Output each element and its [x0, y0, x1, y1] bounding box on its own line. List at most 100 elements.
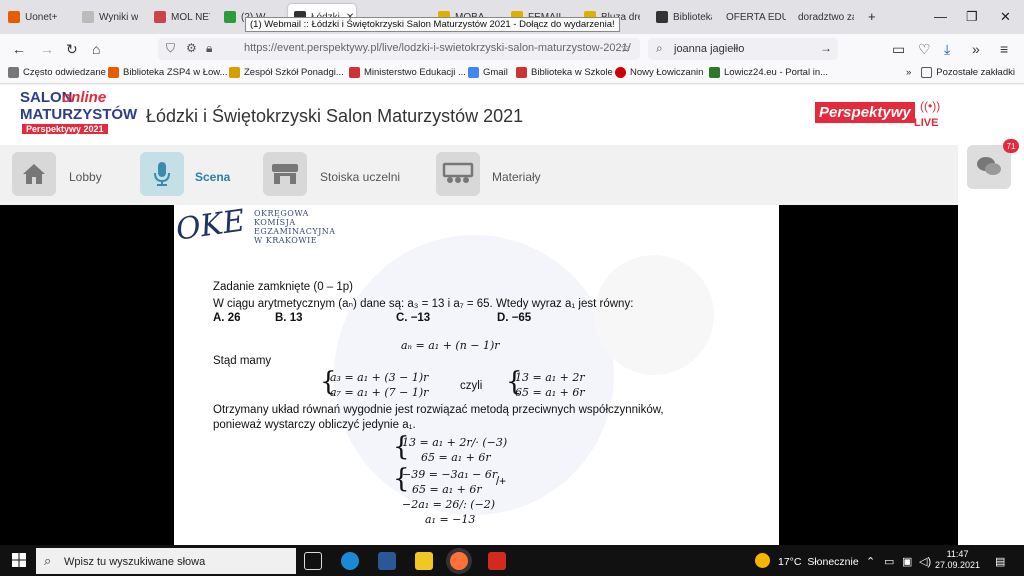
bookmark-favicon-icon	[615, 67, 626, 78]
close-window-icon[interactable]: ✕	[1000, 9, 1011, 25]
salon-logo-online[interactable]: online	[62, 89, 106, 106]
tab-favicon-icon	[656, 11, 668, 23]
microphone-icon[interactable]	[140, 152, 184, 196]
search-input[interactable]: ⌕ joanna jagiełło →	[648, 38, 838, 60]
minimize-icon[interactable]: —	[934, 9, 947, 24]
network-icon[interactable]: ▭	[884, 555, 894, 568]
salon-logo-line3[interactable]: Perspektywy 2021	[22, 124, 108, 134]
stad-mamy: Stąd mamy	[213, 355, 272, 367]
sun-icon	[755, 553, 770, 568]
back-icon[interactable]: ←	[12, 41, 26, 57]
windows-start-icon[interactable]	[12, 553, 26, 567]
chevron-up-icon[interactable]: ⌃	[866, 555, 875, 568]
task-view-icon[interactable]	[304, 552, 322, 570]
task-text: W ciągu arytmetycznym (aₙ) dane są: a₃ =…	[213, 298, 634, 310]
system4-line: −39 = −3a₁ − 6r	[402, 468, 498, 481]
answer-d: D. −65	[497, 312, 532, 324]
result-line: a₁ = −13	[425, 513, 476, 526]
pocket-icon[interactable]: ♡	[918, 41, 931, 58]
menu-icon[interactable]: ≡	[1000, 41, 1008, 57]
explanation-line: ponieważ wystarczy obliczyć jedynie a₁.	[213, 419, 416, 431]
menu-item-lobby[interactable]: Lobby	[69, 170, 102, 184]
system1-line: a₃ = a₁ + (3 − 1)r	[330, 371, 429, 384]
chat-badge: 71	[1003, 139, 1019, 153]
menu-item-stoiska[interactable]: Stoiska uczelni	[320, 170, 400, 184]
chat-icon	[977, 157, 1001, 175]
bookmark-favicon-icon	[108, 67, 119, 78]
bookmark-star-icon[interactable]: ☆	[620, 41, 631, 55]
system3-line: 65 = a₁ + 6r	[421, 451, 491, 464]
formula-general: aₙ = a₁ + (n − 1)r	[401, 339, 500, 352]
bookmark-overflow[interactable]: » Pozostałe zakładki	[906, 67, 1015, 78]
home-browser-icon[interactable]: ⌂	[92, 41, 100, 57]
bookmark-item[interactable]: Biblioteka w Szkole	[516, 67, 613, 78]
reader-icon[interactable]: ▭	[892, 41, 905, 58]
menu-item-scena[interactable]: Scena	[195, 170, 230, 184]
system2-line: 13 = a₁ + 2r	[515, 371, 585, 384]
download-icon[interactable]: ⤓	[944, 41, 950, 58]
task-title: Zadanie zamknięte (0 – 1p)	[213, 281, 353, 293]
tab-tooltip: (1) Webmail :: Łódzki i Świętokrzyski Sa…	[245, 17, 620, 32]
volume-icon[interactable]: ◁)	[919, 555, 931, 568]
presentation-icon[interactable]	[436, 152, 480, 196]
shield-icon[interactable]: ⛉	[166, 41, 175, 56]
store-icon[interactable]	[263, 152, 307, 196]
plus-operator: /+	[496, 476, 506, 488]
search-go-icon[interactable]: →	[820, 41, 832, 55]
edge-icon[interactable]	[341, 552, 359, 570]
tab-favicon-icon	[154, 11, 166, 23]
bookmark-favicon-icon	[349, 67, 360, 78]
permissions-icon[interactable]: ⚙	[186, 41, 197, 55]
bookmark-item[interactable]: Biblioteka ZSP4 w Łow...	[108, 67, 228, 78]
chat-button[interactable]	[967, 145, 1011, 189]
bookmark-favicon-icon	[516, 67, 527, 78]
answer-a: A. 26	[213, 312, 241, 324]
tab-favicon-icon	[224, 11, 236, 23]
salon-logo-line2[interactable]: MATURZYSTÓW	[20, 106, 137, 123]
reload-icon[interactable]: ↻	[66, 41, 78, 58]
bookmark-item[interactable]: Gmail	[468, 67, 508, 78]
result-line: −2a₁ = 26/: (−2)	[402, 498, 496, 511]
bookmark-favicon-icon	[229, 67, 240, 78]
brand-logo[interactable]: Perspektywy	[815, 102, 915, 123]
tab-favicon-icon	[82, 11, 94, 23]
home-icon[interactable]	[12, 152, 56, 196]
page-title: Łódzki i Świętokrzyski Salon Maturzystów…	[146, 106, 524, 126]
notifications-icon[interactable]: ▤	[995, 555, 1005, 568]
system-clock[interactable]: 11:47 27.09.2021	[935, 549, 980, 571]
url-text[interactable]: https://event.perspektywy.pl/live/lodzki…	[244, 42, 631, 54]
system1-line: a₇ = a₁ + (7 − 1)r	[330, 386, 429, 399]
system4-line: 65 = a₁ + 6r	[412, 483, 482, 496]
browser-tab[interactable]: OFERTA EDUK	[720, 4, 786, 30]
gear-icon	[8, 67, 19, 78]
explanation-line: Otrzymany układ równań wygodnie jest roz…	[213, 404, 664, 416]
taskbar-search-placeholder: Wpisz tu wyszukiwane słowa	[64, 556, 206, 568]
live-label[interactable]: LIVE	[914, 117, 938, 129]
weather-widget[interactable]: 17°C Słonecznie	[778, 556, 859, 568]
forward-icon[interactable]: →	[40, 41, 54, 57]
browser-tab[interactable]: Biblioteka	[650, 4, 712, 30]
word-icon[interactable]	[378, 552, 396, 570]
bookmark-item[interactable]: Ministerstwo Edukacji ...	[349, 67, 466, 78]
bookmark-item[interactable]: Zespół Szkół Ponadgi...	[229, 67, 344, 78]
answer-b: B. 13	[275, 312, 303, 324]
browser-tab[interactable]: Uonet+	[2, 4, 64, 30]
file-explorer-icon[interactable]	[415, 552, 433, 570]
bookmark-item[interactable]: Nowy Łowiczanin	[615, 67, 703, 78]
browser-tab[interactable]: doradztwo za	[792, 4, 854, 30]
menu-item-materialy[interactable]: Materiały	[492, 170, 541, 184]
browser-tab[interactable]: MOL NET	[148, 4, 210, 30]
restore-icon[interactable]: ❐	[966, 9, 978, 25]
url-bar[interactable]: ⛉ ⚙ 🔒︎ https://event.perspektywy.pl/live…	[158, 38, 640, 60]
lock-icon[interactable]: 🔒︎	[206, 41, 212, 56]
system3-line: 13 = a₁ + 2r/· (−3)	[402, 436, 508, 449]
search-icon: ⌕	[656, 41, 663, 55]
new-tab-icon[interactable]: +	[868, 9, 876, 24]
bookmark-item[interactable]: Lowicz24.eu - Portal in...	[709, 67, 828, 78]
bookmark-item[interactable]: Często odwiedzane	[8, 67, 106, 78]
firefox-icon[interactable]	[450, 552, 468, 570]
display-icon[interactable]: ▣	[902, 555, 912, 568]
browser-tab[interactable]: Wyniki wy	[76, 4, 138, 30]
overflow-icon[interactable]: »	[972, 41, 980, 57]
acrobat-icon[interactable]	[488, 552, 506, 570]
